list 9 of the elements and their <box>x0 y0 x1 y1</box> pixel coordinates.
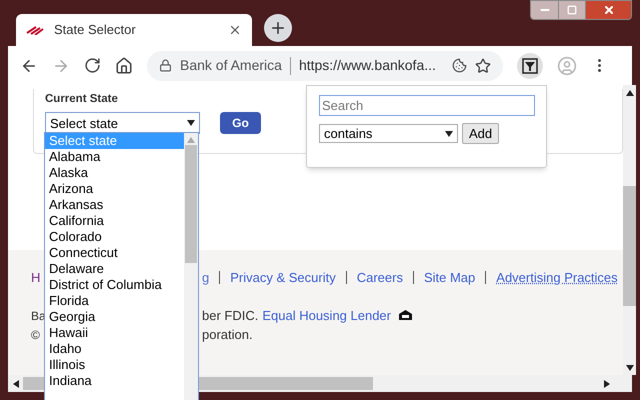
match-value: contains <box>324 124 372 143</box>
tab-title: State Selector <box>54 21 137 40</box>
footer-text: poration. <box>202 326 253 344</box>
site-name: Bank of America <box>180 56 282 75</box>
select-value: Select state <box>50 114 118 132</box>
footer-text: ber FDIC. <box>202 306 258 324</box>
field-label: Current State <box>45 92 118 107</box>
footer-text: © <box>31 328 40 342</box>
url-text: https://www.bankofa... <box>298 56 437 75</box>
